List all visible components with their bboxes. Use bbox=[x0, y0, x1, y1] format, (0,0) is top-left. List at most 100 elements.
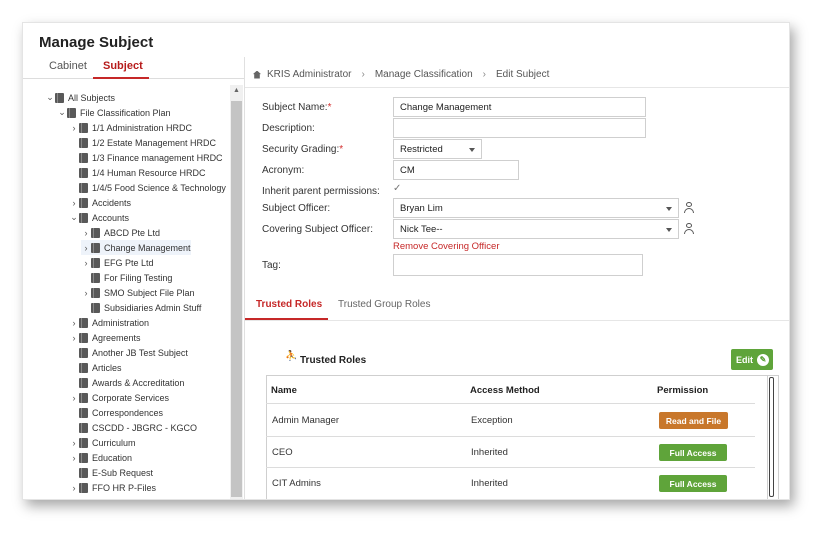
scroll-up-icon[interactable]: ▲ bbox=[230, 87, 243, 94]
chevron-right-icon[interactable]: › bbox=[69, 453, 79, 463]
tree-node-label: For Filing Testing bbox=[104, 272, 173, 283]
tree-scrollbar[interactable]: ▲ bbox=[230, 85, 243, 499]
tab-trusted-group-roles[interactable]: Trusted Group Roles bbox=[338, 299, 430, 310]
book-icon bbox=[79, 137, 88, 148]
table-scrollbar[interactable] bbox=[767, 375, 775, 499]
inherit-permissions-checkbox[interactable]: ✓ bbox=[393, 183, 401, 194]
tree-node-label: 1/2 Estate Management HRDC bbox=[92, 137, 217, 148]
book-icon bbox=[55, 92, 64, 103]
tree-node-label: 1/4 Human Resource HRDC bbox=[92, 167, 206, 178]
tab-subject[interactable]: Subject bbox=[103, 60, 143, 72]
tag-input[interactable] bbox=[393, 254, 643, 276]
tree-node-label: CSCDD - JBGRC - KGCO bbox=[92, 422, 198, 433]
tree-node[interactable]: Another JB Test Subject bbox=[69, 345, 188, 360]
tree-node[interactable]: Awards & Accreditation bbox=[69, 375, 184, 390]
breadcrumb-item-kris-administrator[interactable]: KRIS Administrator bbox=[267, 69, 351, 80]
security-grading-label: Security Grading:* bbox=[262, 144, 344, 155]
book-icon bbox=[79, 317, 88, 328]
tab-trusted-roles[interactable]: Trusted Roles bbox=[256, 299, 322, 310]
tabs-divider bbox=[245, 320, 789, 321]
permission-button[interactable]: Read and File bbox=[659, 412, 728, 429]
remove-covering-officer-link[interactable]: Remove Covering Officer bbox=[393, 241, 499, 252]
acronym-label: Acronym: bbox=[262, 165, 305, 176]
chevron-right-icon[interactable]: › bbox=[69, 318, 79, 328]
acronym-input[interactable]: CM bbox=[393, 160, 519, 180]
chevron-right-icon[interactable]: › bbox=[69, 333, 79, 343]
tree-node[interactable]: For Filing Testing bbox=[81, 270, 172, 285]
tree-node[interactable]: › Accidents bbox=[69, 195, 131, 210]
chevron-right-icon[interactable]: › bbox=[81, 258, 91, 268]
subject-officer-select[interactable]: Bryan Lim bbox=[393, 198, 679, 218]
tree-node-label: Subsidiaries Admin Stuff bbox=[104, 302, 202, 313]
permission-button[interactable]: Full Access bbox=[659, 475, 727, 492]
chevron-right-icon[interactable]: › bbox=[81, 228, 91, 238]
tree-node[interactable]: Articles bbox=[69, 360, 122, 375]
caret-down-icon bbox=[666, 228, 672, 232]
chevron-right-icon[interactable]: › bbox=[81, 288, 91, 298]
tree-node[interactable]: 1/4 Human Resource HRDC bbox=[69, 165, 206, 180]
description-label: Description: bbox=[262, 123, 315, 134]
caret-down-icon bbox=[666, 207, 672, 211]
tree-node[interactable]: › EFG Pte Ltd bbox=[81, 255, 154, 270]
tab-cabinet[interactable]: Cabinet bbox=[49, 60, 87, 72]
tree-node[interactable]: › SMO Subject File Plan bbox=[81, 285, 195, 300]
book-icon bbox=[79, 332, 88, 343]
edit-icon: ✎ bbox=[757, 353, 769, 366]
tree-node[interactable]: › Change Management bbox=[81, 240, 191, 255]
tree-node[interactable]: 1/3 Finance management HRDC bbox=[69, 150, 223, 165]
tree-node-label: Education bbox=[92, 452, 133, 463]
tree-node[interactable]: E-Sub Request bbox=[69, 465, 153, 480]
chevron-down-icon[interactable]: ⌄ bbox=[57, 107, 67, 118]
description-input[interactable] bbox=[393, 118, 646, 138]
tree-node[interactable]: 1/4/5 Food Science & Technology bbox=[69, 180, 226, 195]
subject-tree: ⌄ All Subjects ⌄ File Classification Plan › 1… bbox=[23, 85, 229, 499]
tree-node[interactable]: CSCDD - JBGRC - KGCO bbox=[69, 420, 197, 435]
chevron-right-icon[interactable]: › bbox=[69, 483, 79, 493]
breadcrumb-item-manage-classification[interactable]: Manage Classification bbox=[375, 69, 473, 80]
home-icon[interactable] bbox=[253, 70, 261, 79]
access-method-cell: Inherited bbox=[471, 478, 508, 489]
chevron-right-icon[interactable]: › bbox=[81, 243, 91, 253]
tree-node[interactable]: › ABCD Pte Ltd bbox=[81, 225, 160, 240]
tree-node[interactable]: › Administration bbox=[69, 315, 149, 330]
tree-node[interactable]: › FFO HR P-Files bbox=[69, 480, 156, 495]
tree-node[interactable]: ⌄ Accounts bbox=[69, 210, 129, 225]
scroll-thumb[interactable] bbox=[231, 101, 242, 497]
trusted-roles-title: Trusted Roles bbox=[300, 355, 367, 366]
tree-node[interactable]: 1/2 Estate Management HRDC bbox=[69, 135, 216, 150]
tree-node-label: 1/3 Finance management HRDC bbox=[92, 152, 223, 163]
active-tab-indicator bbox=[93, 77, 149, 79]
tree-node[interactable]: Subsidiaries Admin Stuff bbox=[81, 300, 201, 315]
permission-button[interactable]: Full Access bbox=[659, 444, 727, 461]
chevron-right-icon[interactable]: › bbox=[69, 123, 79, 133]
tree-node[interactable]: › Curriculum bbox=[69, 435, 136, 450]
covering-officer-select[interactable]: Nick Tee-- bbox=[393, 219, 679, 239]
tree-node[interactable]: › Corporate Services bbox=[69, 390, 169, 405]
tree-node-label: 1/1 Administration HRDC bbox=[92, 122, 193, 133]
table-scroll-thumb[interactable] bbox=[769, 377, 774, 497]
chevron-right-icon[interactable]: › bbox=[69, 438, 79, 448]
chevron-down-icon[interactable]: ⌄ bbox=[69, 212, 79, 223]
tree-node[interactable]: ⌄ All Subjects bbox=[45, 90, 115, 105]
security-grading-select[interactable]: Restricted bbox=[393, 139, 482, 159]
access-method-cell: Inherited bbox=[471, 447, 508, 458]
chevron-right-icon[interactable]: › bbox=[69, 198, 79, 208]
tree-node[interactable]: › Education bbox=[69, 450, 132, 465]
book-icon bbox=[91, 302, 100, 313]
person-lookup-icon[interactable] bbox=[683, 202, 695, 214]
edit-button[interactable]: Edit ✎ bbox=[731, 349, 773, 370]
tree-node[interactable]: ⌄ File Classification Plan bbox=[57, 105, 171, 120]
tree-node[interactable]: › Agreements bbox=[69, 330, 141, 345]
book-icon bbox=[79, 407, 88, 418]
tree-node-label: File Classification Plan bbox=[80, 107, 171, 118]
roles-icon: ⛹ bbox=[285, 351, 298, 362]
chevron-right-icon[interactable]: › bbox=[69, 393, 79, 403]
chevron-down-icon[interactable]: ⌄ bbox=[45, 92, 55, 103]
tree-node-label: ABCD Pte Ltd bbox=[104, 227, 161, 238]
tree-node[interactable]: Correspondences bbox=[69, 405, 163, 420]
person-lookup-icon[interactable] bbox=[683, 223, 695, 235]
subject-name-input[interactable]: Change Management bbox=[393, 97, 646, 117]
chevron-right-icon: › bbox=[482, 69, 486, 80]
tree-node[interactable]: › 1/1 Administration HRDC bbox=[69, 120, 192, 135]
column-header-permission: Permission bbox=[657, 385, 709, 396]
